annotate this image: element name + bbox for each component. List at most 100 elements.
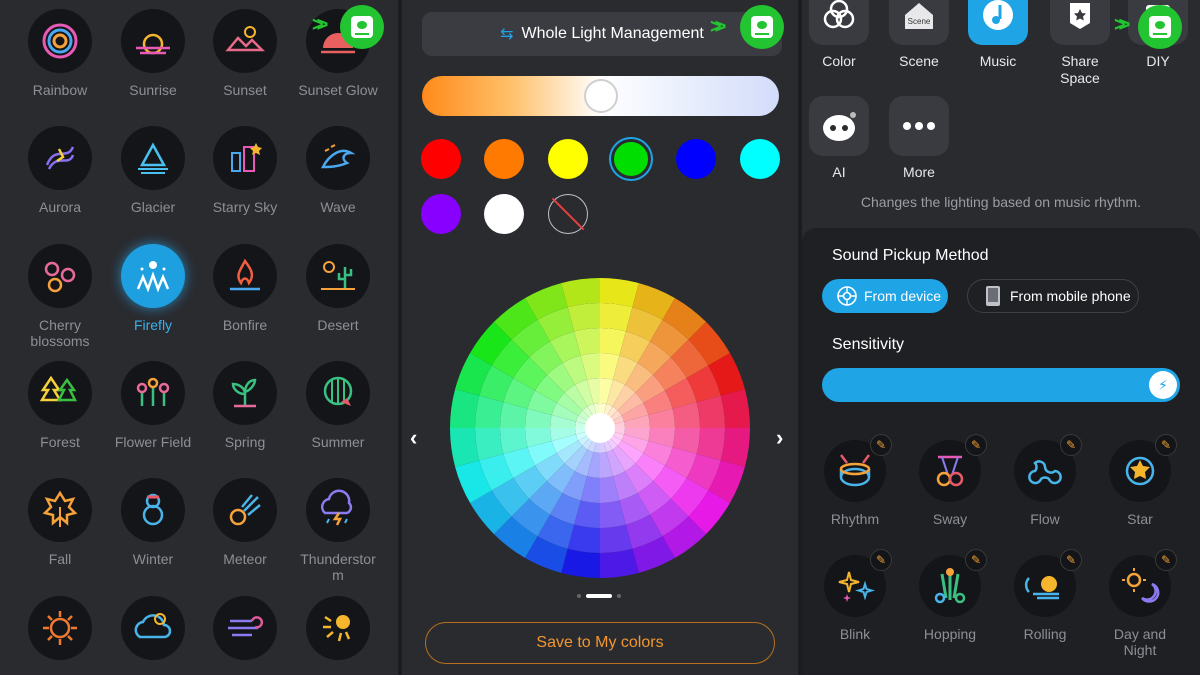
scene-tile-bonfire[interactable]: Bonfire: [199, 244, 291, 333]
effect-tile-hopping[interactable]: ✎ Hopping: [905, 549, 995, 642]
effect-tile-star[interactable]: ✎ Star: [1095, 434, 1185, 527]
scene-tile-forest[interactable]: Forest: [14, 361, 106, 450]
scene-tile-aurora[interactable]: Aurora: [14, 126, 106, 215]
edit-pencil-icon[interactable]: ✎: [1155, 549, 1177, 571]
color-wheel-segment[interactable]: [600, 278, 639, 308]
scene-tile-sunrise[interactable]: Sunrise: [107, 9, 199, 98]
color-wheel-segment[interactable]: [561, 548, 600, 578]
scene-tile-partial[interactable]: [199, 596, 291, 660]
double-chevron-icon: >>: [710, 16, 727, 38]
scene-tile-spring[interactable]: Spring: [199, 361, 291, 450]
scene-icon: [306, 244, 370, 308]
effect-label: Rhythm: [830, 511, 880, 527]
color-swatch[interactable]: [740, 139, 780, 179]
edit-pencil-icon[interactable]: ✎: [965, 549, 987, 571]
edit-pencil-icon[interactable]: ✎: [1060, 434, 1082, 456]
chevron-left-icon[interactable]: ‹: [410, 425, 417, 451]
scene-icon: [28, 244, 92, 308]
scene-icon: [28, 478, 92, 542]
scene-tile-meteor[interactable]: Meteor: [199, 478, 291, 567]
from-mobile-phone-label: From mobile phone: [1010, 288, 1131, 304]
effect-label: Hopping: [923, 626, 977, 642]
mode-tab-scene[interactable]: Scene Scene: [884, 0, 954, 70]
mode-tab-ai[interactable]: AI: [804, 96, 874, 181]
scene-tile-sunset[interactable]: Sunset: [199, 9, 291, 98]
save-to-my-colors-button[interactable]: Save to My colors: [425, 622, 775, 664]
scene-tile-summer[interactable]: Summer: [292, 361, 384, 450]
color-wheel-segment[interactable]: [720, 428, 750, 467]
scene-tile-winter[interactable]: Winter: [107, 478, 199, 567]
swatch-none[interactable]: [548, 194, 588, 234]
scene-tile-glacier[interactable]: Glacier: [107, 126, 199, 215]
color-wheel-segment[interactable]: [600, 548, 639, 578]
scene-tile-partial[interactable]: [292, 596, 384, 660]
lightning-icon[interactable]: ⚡: [1149, 371, 1177, 399]
page-dot: [617, 594, 621, 598]
from-mobile-phone-button[interactable]: From mobile phone: [967, 279, 1139, 313]
effect-icon: ✎: [824, 549, 892, 617]
chevron-right-icon[interactable]: ›: [776, 425, 783, 451]
from-device-button[interactable]: From device: [822, 279, 948, 313]
scene-tile-desert[interactable]: Desert: [292, 244, 384, 333]
color-temperature-knob[interactable]: [583, 79, 618, 113]
color-wheel-segment[interactable]: [720, 389, 750, 428]
scene-tile-flower-field[interactable]: Flower Field: [107, 361, 199, 450]
scene-tile-wave[interactable]: Wave: [292, 126, 384, 215]
mode-tab-color[interactable]: Color: [804, 0, 874, 70]
mode-label: Scene: [899, 53, 939, 69]
scene-icon: [213, 478, 277, 542]
scene-tile-fall[interactable]: Fall: [14, 478, 106, 567]
sensitivity-slider[interactable]: ⚡: [822, 368, 1180, 402]
color-wheel-segment[interactable]: [450, 389, 480, 428]
device-badge-icon[interactable]: [340, 5, 384, 49]
mode-label: Music: [979, 53, 1017, 69]
scene-tile-cherry-blossoms[interactable]: Cherry blossoms: [14, 244, 106, 349]
scene-label: Forest: [40, 434, 80, 450]
scene-tile-partial[interactable]: [14, 596, 106, 660]
effect-tile-rolling[interactable]: ✎ Rolling: [1000, 549, 1090, 642]
color-swatch[interactable]: [484, 194, 524, 234]
edit-pencil-icon[interactable]: ✎: [870, 549, 892, 571]
effect-label: Star: [1127, 511, 1153, 527]
color-swatch[interactable]: [421, 139, 461, 179]
color-swatch[interactable]: [611, 139, 651, 179]
mode-label: More: [903, 164, 935, 180]
mode-tab-music[interactable]: Music: [963, 0, 1033, 70]
device-badge-icon[interactable]: [1138, 5, 1182, 49]
from-device-label: From device: [864, 288, 942, 304]
effect-tile-rhythm[interactable]: ✎ Rhythm: [810, 434, 900, 527]
effect-tile-blink[interactable]: ✎ Blink: [810, 549, 900, 642]
device-icon: [837, 286, 857, 306]
scene-tile-thunderstor-m[interactable]: Thunderstor m: [292, 478, 384, 583]
color-temperature-slider[interactable]: [422, 76, 779, 116]
color-panel: ⇆ Whole Light Management >> ‹ › Save to …: [402, 0, 798, 675]
color-wheel-segment[interactable]: [561, 278, 600, 308]
scene-tile-partial[interactable]: [107, 596, 199, 660]
mode-tab-more[interactable]: More: [884, 96, 954, 181]
scene-tile-firefly[interactable]: Firefly: [107, 244, 199, 333]
color-swatch[interactable]: [676, 139, 716, 179]
device-badge-icon[interactable]: [740, 5, 784, 49]
phone-icon: [986, 286, 1000, 306]
mode-tab-share-space[interactable]: Share Space: [1045, 0, 1115, 87]
scene-tile-starry-sky[interactable]: Starry Sky: [199, 126, 291, 215]
effect-tile-sway[interactable]: ✎ Sway: [905, 434, 995, 527]
whole-light-management-bar[interactable]: ⇆ Whole Light Management: [422, 12, 782, 56]
effect-tile-day-and-night[interactable]: ✎ Day and Night: [1095, 549, 1185, 658]
scene-icon: [28, 126, 92, 190]
color-wheel-segment[interactable]: [450, 428, 480, 467]
edit-pencil-icon[interactable]: ✎: [870, 434, 892, 456]
scene-icon: [306, 478, 370, 542]
edit-pencil-icon[interactable]: ✎: [1155, 434, 1177, 456]
color-swatch[interactable]: [421, 194, 461, 234]
color-swatch[interactable]: [548, 139, 588, 179]
color-swatch[interactable]: [484, 139, 524, 179]
scene-label: Rainbow: [32, 82, 88, 98]
page-dot: [577, 594, 581, 598]
edit-pencil-icon[interactable]: ✎: [965, 434, 987, 456]
color-wheel-picker[interactable]: [585, 413, 615, 443]
scene-tile-rainbow[interactable]: Rainbow: [14, 9, 106, 98]
effect-tile-flow[interactable]: ✎ Flow: [1000, 434, 1090, 527]
edit-pencil-icon[interactable]: ✎: [1060, 549, 1082, 571]
swap-arrows-icon: ⇆: [500, 26, 514, 43]
